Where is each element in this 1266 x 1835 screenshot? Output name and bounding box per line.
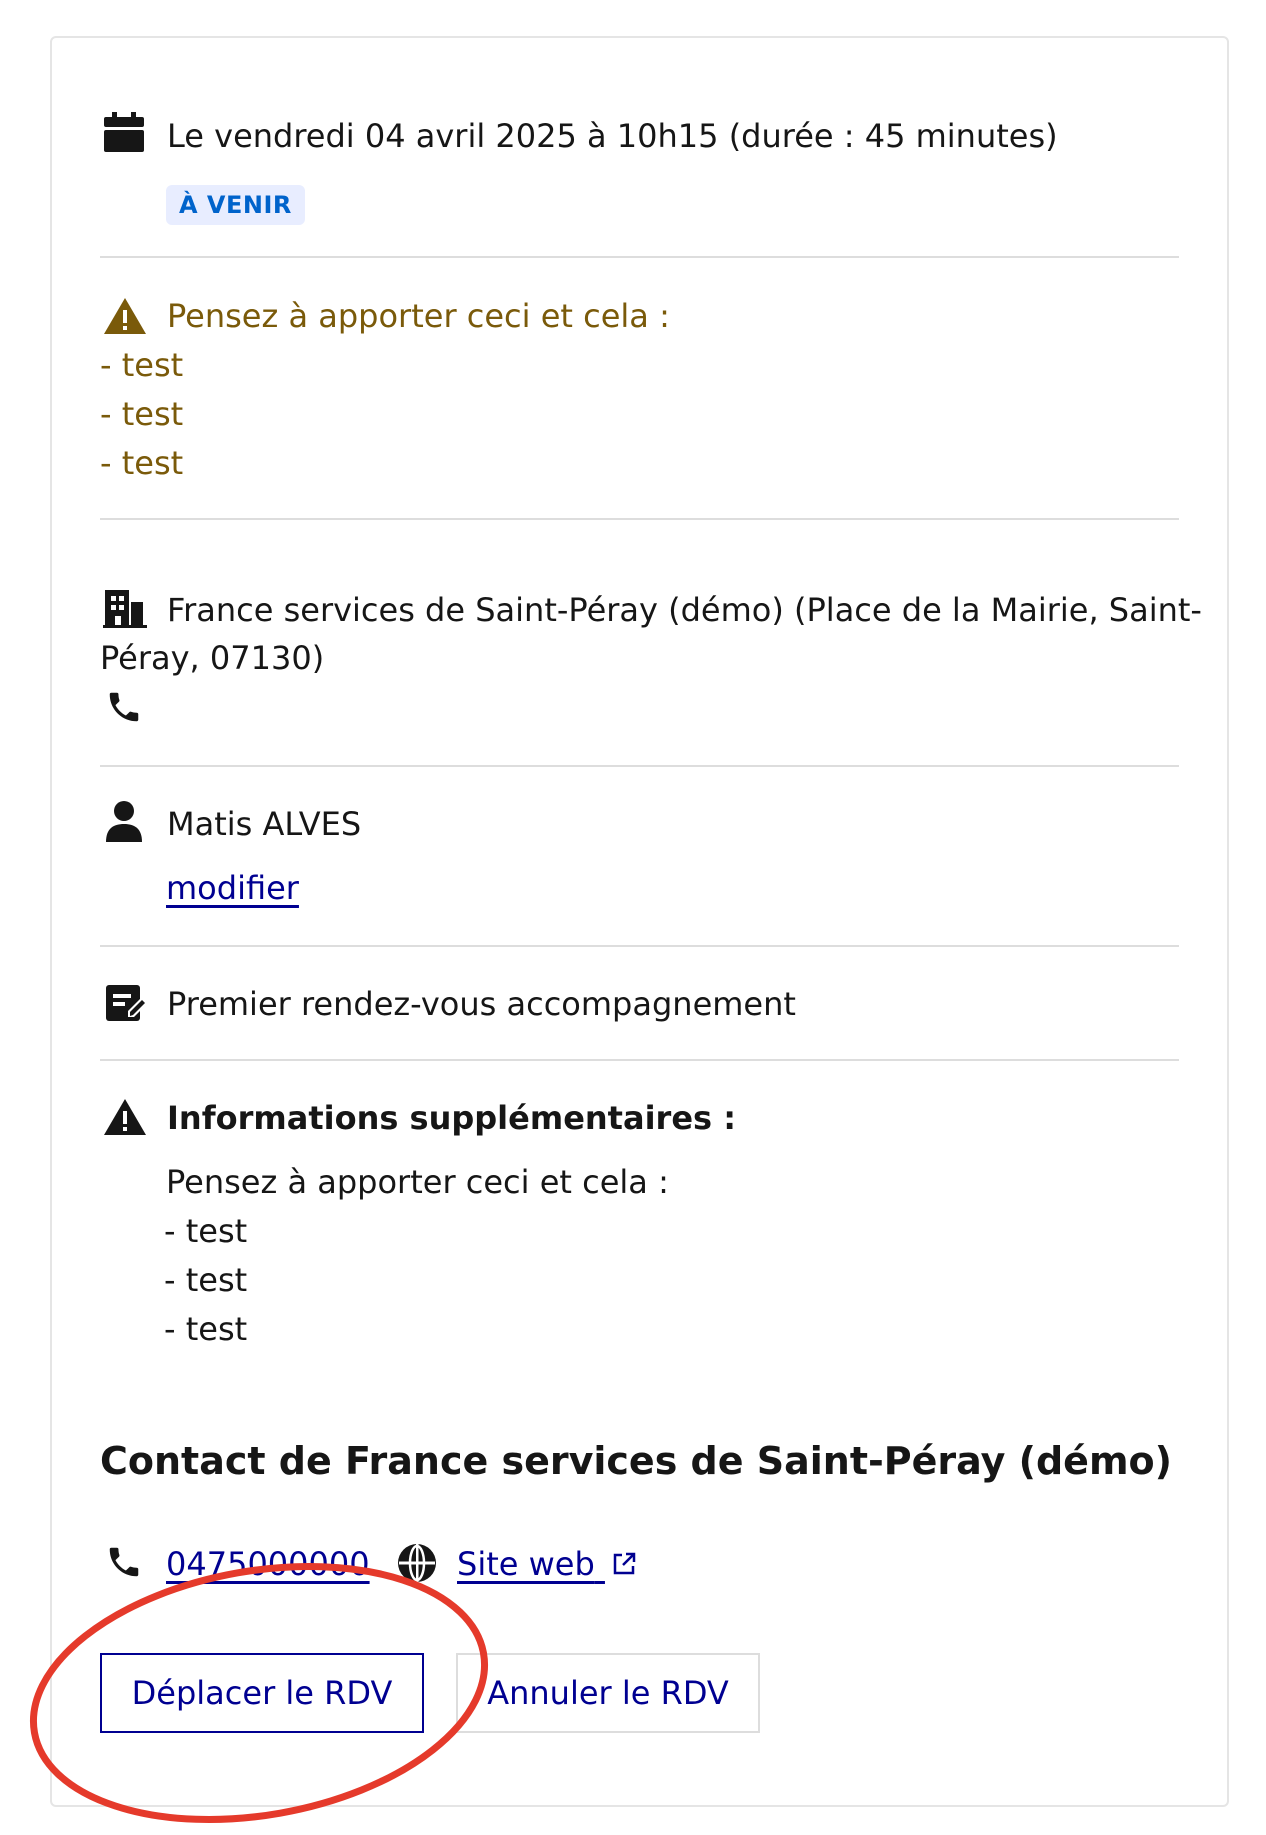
info-title: Informations supplémentaires : (167, 1099, 736, 1137)
separator (100, 1059, 1179, 1061)
warning-item: - test (100, 346, 184, 384)
warning-title: Pensez à apporter ceci et cela : (167, 297, 670, 335)
appointment-date: Le vendredi 04 avril 2025 à 10h15 (durée… (167, 117, 1058, 155)
separator (100, 945, 1179, 947)
separator (100, 256, 1179, 258)
info-item: - test (164, 1261, 248, 1299)
modify-link[interactable]: modifier (166, 864, 299, 912)
warning-item: - test (100, 444, 184, 482)
building-icon (103, 590, 147, 628)
warning-icon (103, 1098, 147, 1136)
location-address: France services de Saint-Péray (démo) (P… (167, 591, 1202, 629)
location-address-continued: Péray, 07130) (100, 639, 325, 677)
warning-icon (103, 297, 147, 335)
warning-item: - test (100, 395, 184, 433)
annotation-circle (29, 1562, 489, 1824)
info-item: - test (164, 1310, 248, 1348)
info-item: - test (164, 1212, 248, 1250)
contact-heading: Contact de France services de Saint-Péra… (100, 1439, 1173, 1483)
edit-note-icon (104, 983, 148, 1023)
separator (100, 518, 1179, 520)
status-badge: À VENIR (166, 185, 305, 225)
calendar-icon (104, 112, 144, 154)
external-link-icon (611, 1542, 637, 1590)
phone-icon (104, 688, 144, 726)
appointment-motif: Premier rendez-vous accompagnement (167, 985, 796, 1023)
user-icon (106, 800, 142, 842)
separator (100, 765, 1179, 767)
person-name: Matis ALVES (167, 805, 362, 843)
info-text: Pensez à apporter ceci et cela : (166, 1163, 669, 1201)
